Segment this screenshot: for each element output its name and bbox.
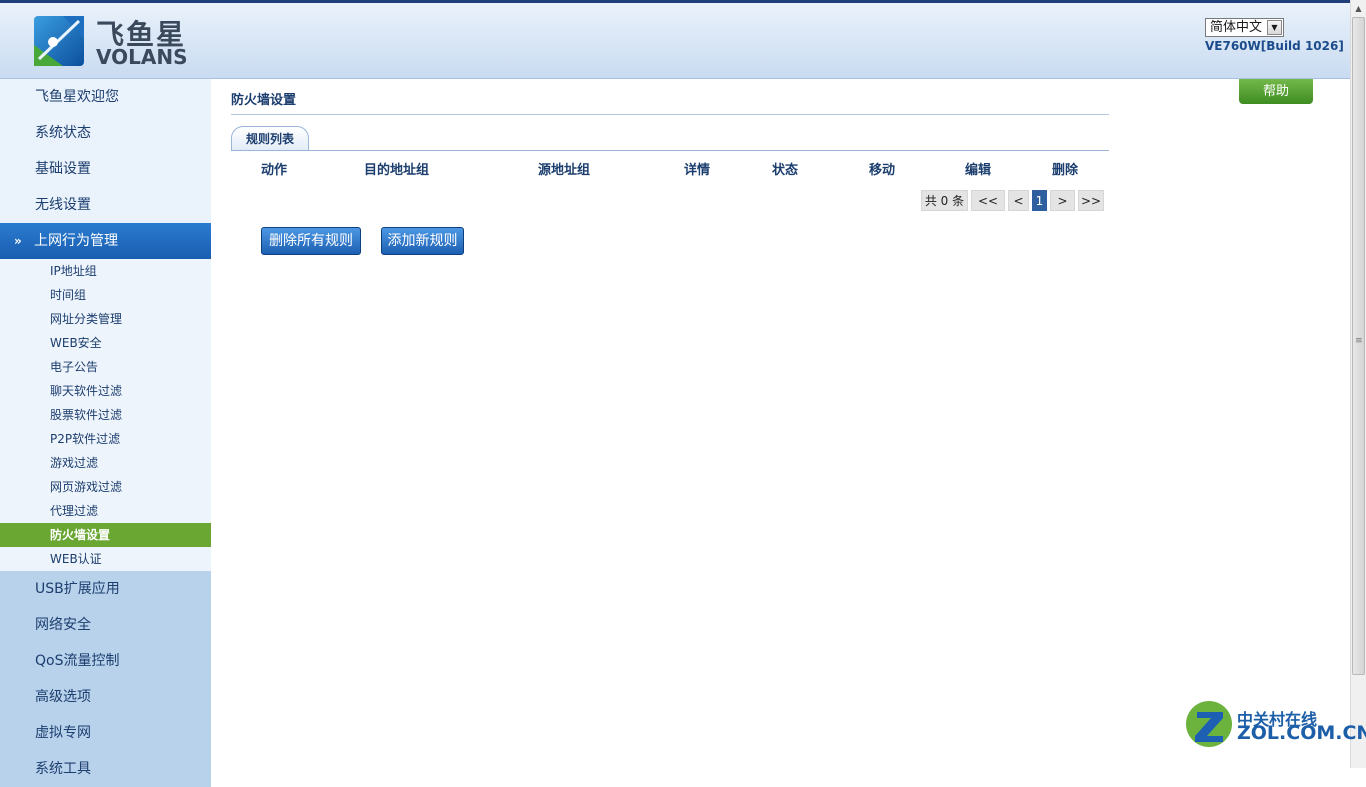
dropdown-arrow-icon[interactable]: ▼ xyxy=(1267,20,1282,35)
subitem-time-group[interactable]: 时间组 xyxy=(0,283,211,307)
sidebar-item-wireless-settings[interactable]: 无线设置 xyxy=(0,187,211,223)
subitem-announcement[interactable]: 电子公告 xyxy=(0,355,211,379)
sidebar-item-system-tools[interactable]: 系统工具 xyxy=(0,751,211,787)
subitem-url-category[interactable]: 网址分类管理 xyxy=(0,307,211,331)
language-selected-value: 简体中文 xyxy=(1210,20,1263,35)
sidebar-item-advanced[interactable]: 高级选项 xyxy=(0,679,211,715)
subitem-game-filter[interactable]: 游戏过滤 xyxy=(0,451,211,475)
sidebar-item-basic-settings[interactable]: 基础设置 xyxy=(0,151,211,187)
help-button[interactable]: 帮助 xyxy=(1239,79,1313,104)
pager-total: 共 0 条 xyxy=(921,190,968,211)
scroll-grip-icon: ≡ xyxy=(1355,336,1363,346)
column-header-action: 动作 xyxy=(261,163,288,178)
column-header-source-group: 源地址组 xyxy=(538,163,591,178)
sidebar: 飞鱼星欢迎您 系统状态 基础设置 无线设置 » 上网行为管理 IP地址组 时间组 … xyxy=(0,79,211,787)
zol-logo-icon xyxy=(1186,701,1232,747)
submenu: IP地址组 时间组 网址分类管理 WEB安全 电子公告 聊天软件过滤 股票软件过… xyxy=(0,259,211,571)
subitem-p2p-filter[interactable]: P2P软件过滤 xyxy=(0,427,211,451)
add-new-rule-button[interactable]: 添加新规则 xyxy=(381,227,464,255)
scrollbar-thumb[interactable]: ≡ xyxy=(1352,17,1365,675)
subitem-webgame-filter[interactable]: 网页游戏过滤 xyxy=(0,475,211,499)
pager-next-button[interactable]: > xyxy=(1050,190,1075,211)
double-chevron-down-icon: » xyxy=(14,234,22,248)
scroll-up-arrow-icon[interactable]: ▲ xyxy=(1351,0,1366,17)
sidebar-item-qos[interactable]: QoS流量控制 xyxy=(0,643,211,679)
column-header-dest-group: 目的地址组 xyxy=(364,163,430,178)
firmware-version: VE760W[Build 1026] xyxy=(1205,39,1344,53)
sidebar-item-usb[interactable]: USB扩展应用 xyxy=(0,571,211,607)
pager-prev-button[interactable]: < xyxy=(1008,190,1029,211)
page-title: 防火墙设置 xyxy=(231,93,297,108)
sidebar-item-vpn[interactable]: 虚拟专网 xyxy=(0,715,211,751)
sidebar-item-system-status[interactable]: 系统状态 xyxy=(0,115,211,151)
subitem-stock-filter[interactable]: 股票软件过滤 xyxy=(0,403,211,427)
subitem-ip-group[interactable]: IP地址组 xyxy=(0,259,211,283)
tab-underline xyxy=(231,150,1109,151)
subitem-chat-filter[interactable]: 聊天软件过滤 xyxy=(0,379,211,403)
divider xyxy=(231,114,1109,115)
column-header-delete: 删除 xyxy=(1052,163,1079,178)
table-header: 动作 目的地址组 源地址组 详情 状态 移动 编辑 删除 xyxy=(231,159,1109,179)
pager-first-button[interactable]: << xyxy=(971,190,1005,211)
tab-rule-list[interactable]: 规则列表 xyxy=(231,126,309,150)
subitem-web-security[interactable]: WEB安全 xyxy=(0,331,211,355)
volans-logo-icon xyxy=(34,16,84,66)
vertical-scrollbar[interactable]: ▲ ≡ xyxy=(1350,0,1366,768)
column-header-move: 移动 xyxy=(869,163,896,178)
subitem-web-auth[interactable]: WEB认证 xyxy=(0,547,211,571)
column-header-details: 详情 xyxy=(684,163,711,178)
sidebar-item-network-security[interactable]: 网络安全 xyxy=(0,607,211,643)
subitem-proxy-filter[interactable]: 代理过滤 xyxy=(0,499,211,523)
sidebar-section-label: 上网行为管理 xyxy=(34,233,118,249)
column-header-edit: 编辑 xyxy=(965,163,992,178)
pager-last-button[interactable]: >> xyxy=(1078,190,1104,211)
zol-watermark: 中关村在线 ZOL.COM.CN xyxy=(1185,700,1366,750)
brand-name-en: VOLANS xyxy=(96,45,188,69)
sidebar-item-welcome[interactable]: 飞鱼星欢迎您 xyxy=(0,79,211,115)
brand-logo: 飞鱼星 VOLANS xyxy=(33,13,193,69)
subitem-firewall-settings[interactable]: 防火墙设置 xyxy=(0,523,211,547)
header: 飞鱼星 VOLANS 简体中文 ▼ VE760W[Build 1026] xyxy=(0,3,1350,79)
pager-current-page[interactable]: 1 xyxy=(1032,190,1047,211)
delete-all-rules-button[interactable]: 删除所有规则 xyxy=(261,227,361,255)
language-select[interactable]: 简体中文 ▼ xyxy=(1205,18,1284,37)
zol-watermark-en: ZOL.COM.CN xyxy=(1237,722,1366,744)
sidebar-item-internet-behavior[interactable]: » 上网行为管理 xyxy=(0,223,211,259)
column-header-status: 状态 xyxy=(772,163,799,178)
